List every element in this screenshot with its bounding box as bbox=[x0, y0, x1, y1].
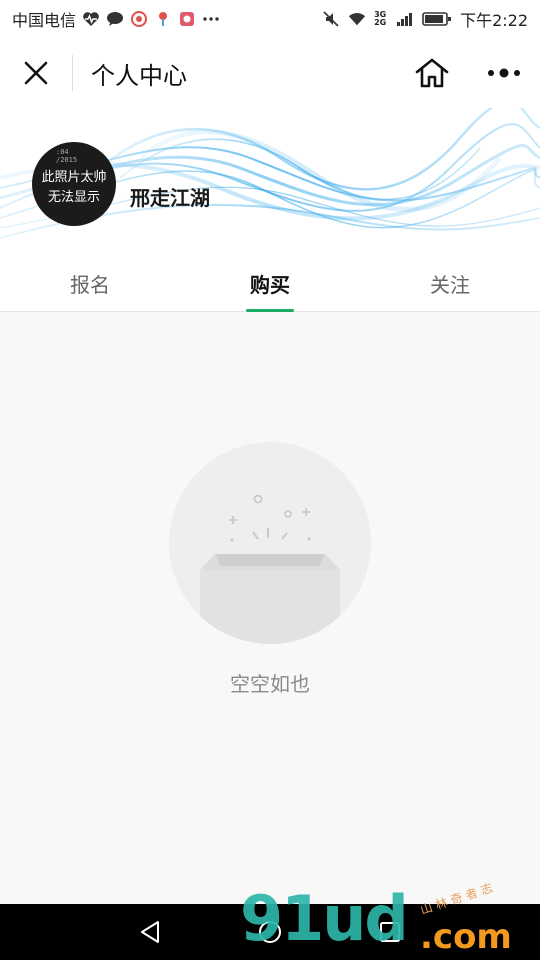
watermark-domain: .com bbox=[420, 917, 512, 957]
status-bar: 中国电信 3G 2G 下午2:22 bbox=[0, 0, 540, 38]
carrier-label: 中国电信 bbox=[12, 11, 77, 30]
mute-icon bbox=[322, 10, 340, 28]
app-notification-icon bbox=[178, 10, 196, 28]
watermark-logo: 91ud bbox=[240, 882, 409, 955]
map-pin-icon bbox=[154, 10, 172, 28]
heartbeat-icon bbox=[82, 10, 100, 28]
home-icon bbox=[415, 58, 449, 88]
avatar-text-line1: 此照片太帅 bbox=[41, 170, 107, 185]
clock: 下午2:22 bbox=[460, 11, 528, 30]
close-icon bbox=[24, 61, 48, 85]
signal-icon bbox=[396, 10, 414, 28]
wifi-icon bbox=[348, 10, 366, 28]
more-dots-icon bbox=[202, 10, 220, 28]
tab-bar: 报名 购买 关注 bbox=[0, 254, 540, 312]
tab-signup[interactable]: 报名 bbox=[40, 254, 140, 312]
network-type-label: 3G 2G bbox=[374, 10, 387, 27]
avatar[interactable]: :04/2015 此照片太帅 无法显示 bbox=[32, 142, 116, 226]
battery-icon bbox=[422, 10, 452, 28]
profile-banner: :04/2015 此照片太帅 无法显示 邢走江湖 bbox=[0, 108, 540, 254]
page-title: 个人中心 bbox=[91, 61, 187, 90]
weibo-icon bbox=[130, 10, 148, 28]
active-tab-indicator bbox=[246, 309, 294, 312]
more-options-icon bbox=[488, 68, 520, 78]
back-triangle-icon bbox=[141, 921, 159, 943]
more-options-button[interactable] bbox=[480, 52, 528, 94]
username: 邢走江湖 bbox=[130, 186, 210, 210]
empty-state-text: 空空如也 bbox=[230, 672, 310, 696]
title-divider bbox=[72, 55, 73, 91]
empty-box-icon bbox=[200, 494, 340, 644]
close-button[interactable] bbox=[0, 38, 72, 108]
avatar-timestamp: :04/2015 bbox=[56, 148, 78, 164]
chat-bubble-icon bbox=[106, 10, 124, 28]
home-button[interactable] bbox=[408, 52, 456, 94]
empty-state-illustration bbox=[169, 442, 371, 644]
title-bar: 个人中心 bbox=[0, 38, 540, 108]
avatar-text-line2: 无法显示 bbox=[47, 190, 100, 205]
tab-purchase[interactable]: 购买 bbox=[220, 254, 320, 312]
tab-follow[interactable]: 关注 bbox=[400, 254, 500, 312]
back-button[interactable] bbox=[130, 912, 170, 952]
